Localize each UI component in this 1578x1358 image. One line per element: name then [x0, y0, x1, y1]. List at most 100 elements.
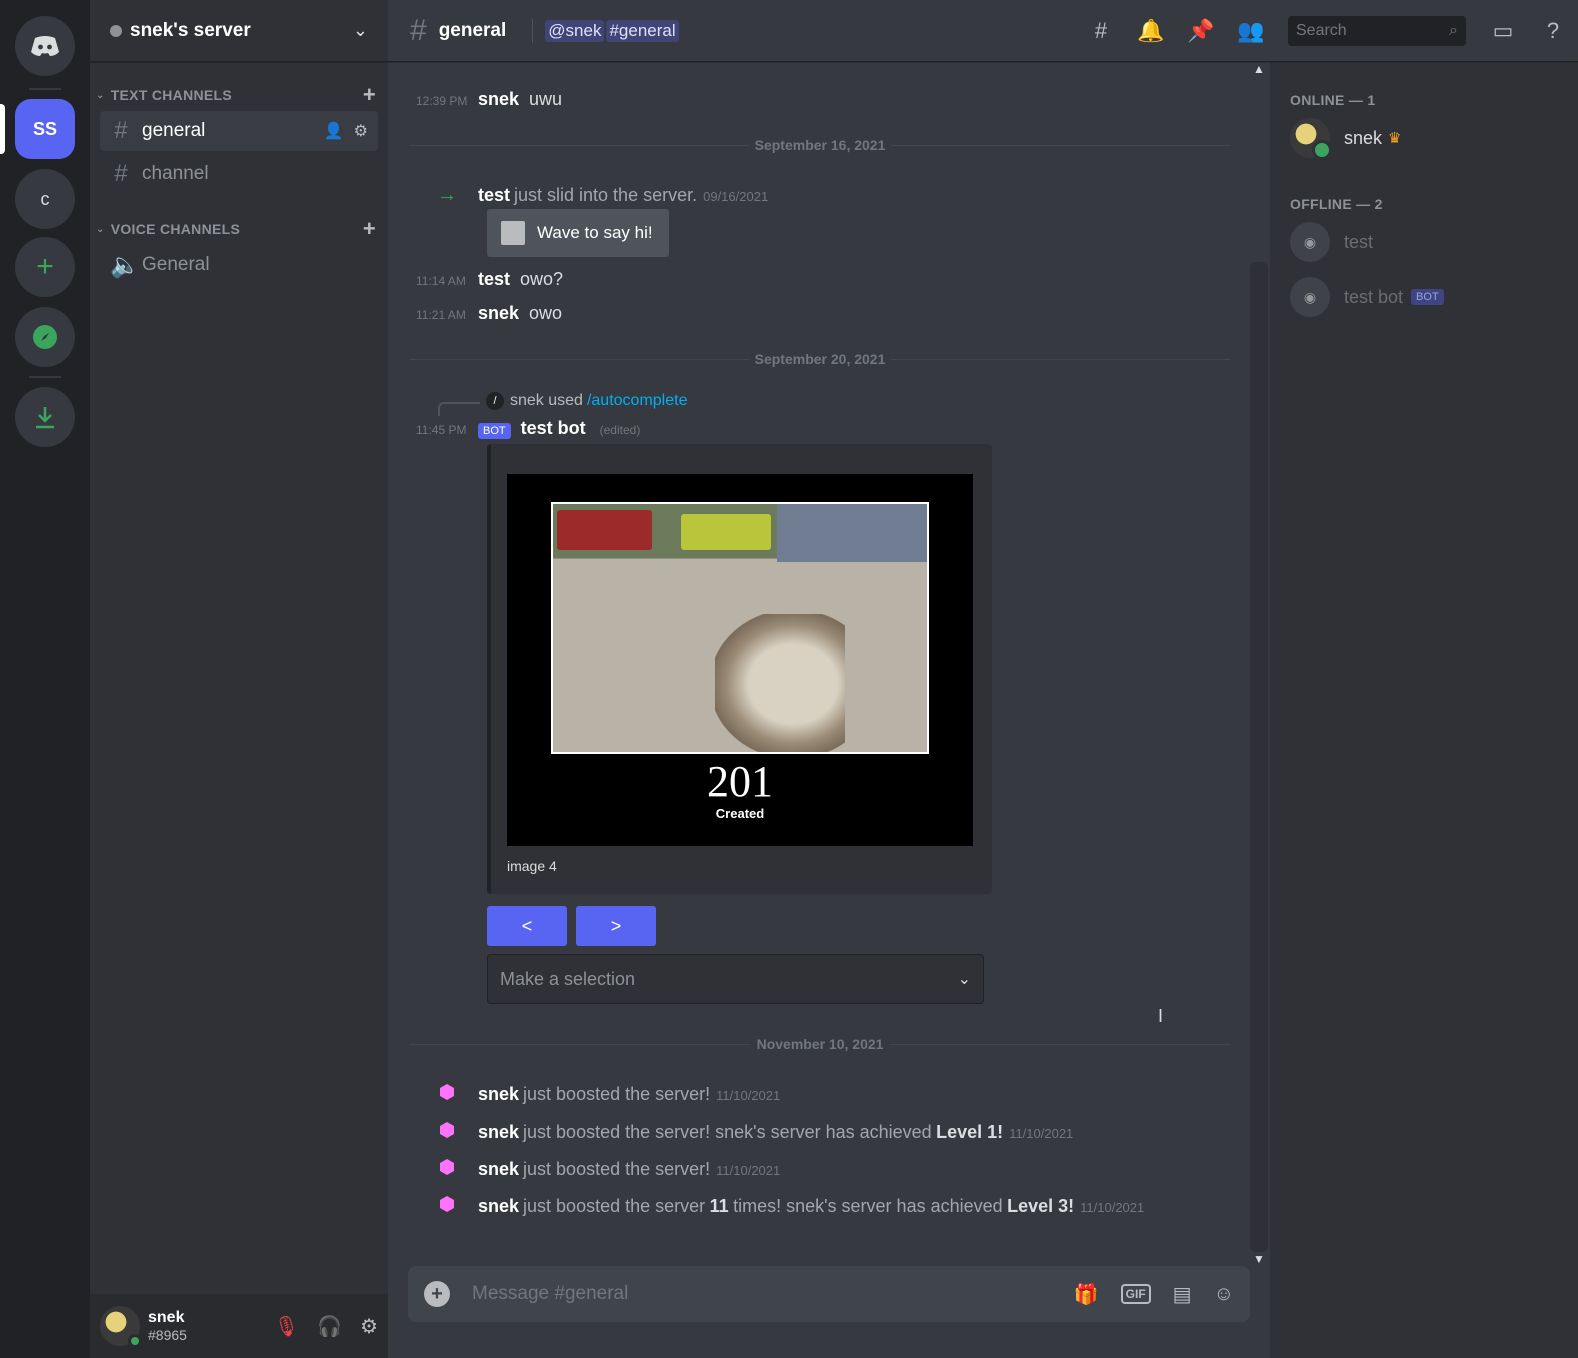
channel-channel[interactable]: # channel — [100, 154, 378, 194]
date-label: November 10, 2021 — [756, 1036, 884, 1052]
user-names[interactable]: snek #8965 — [148, 1309, 256, 1343]
hash-icon: # — [114, 160, 128, 187]
sticker-icon — [501, 221, 525, 245]
channel-header: # general @snek #general # 🔔 📌 👥 Search … — [388, 0, 1578, 62]
message-author[interactable]: snek — [478, 1122, 519, 1143]
add-channel-icon[interactable]: + — [363, 82, 376, 108]
discord-home-icon[interactable] — [15, 16, 75, 76]
message-text: just slid into the server. — [514, 185, 698, 205]
join-arrow-icon: → — [437, 184, 457, 206]
message-text: just boosted the server — [523, 1196, 706, 1216]
message-author[interactable]: test — [478, 185, 510, 206]
boost-level: Level 1! — [936, 1122, 1004, 1142]
explore-servers-icon[interactable] — [15, 307, 75, 367]
next-button[interactable]: > — [576, 906, 656, 946]
gear-icon[interactable]: ⚙ — [354, 121, 368, 141]
selection-dropdown[interactable]: Make a selection ⌄ — [487, 954, 984, 1004]
boost-gem-icon — [416, 1084, 478, 1100]
sticker-icon[interactable]: ▤ — [1173, 1282, 1192, 1307]
download-apps-icon[interactable] — [15, 387, 75, 447]
message-author[interactable]: test bot — [521, 418, 586, 439]
hash-icon: # — [410, 13, 427, 47]
threads-icon[interactable]: # — [1076, 18, 1126, 44]
message-embed: 201 Created image 4 — [487, 444, 992, 894]
embed-footer: image 4 — [507, 858, 557, 874]
message-author[interactable]: snek — [478, 1084, 519, 1105]
channel-general[interactable]: # general 👤 ⚙ — [100, 111, 378, 151]
channel-label: general — [142, 120, 206, 141]
add-channel-icon[interactable]: + — [363, 216, 376, 242]
message-input[interactable]: Message #general — [472, 1283, 1052, 1305]
topic-user-mention[interactable]: @snek — [545, 19, 605, 42]
category-text-channels[interactable]: ⌄ TEXT CHANNELS + — [96, 82, 380, 108]
boost-count: 11 — [709, 1196, 729, 1216]
boost-message: snek just boosted the server! snek's ser… — [416, 1122, 1236, 1143]
invite-icon[interactable]: 👤 — [324, 121, 344, 141]
user-tag: #8965 — [148, 1327, 187, 1343]
timestamp: 11/10/2021 — [716, 1163, 781, 1178]
embed-image[interactable]: 201 Created — [507, 474, 973, 846]
upload-plus-icon[interactable]: + — [424, 1281, 450, 1307]
mute-microphone-icon[interactable]: 🎙 — [274, 1314, 299, 1339]
category-voice-channels[interactable]: ⌄ VOICE CHANNELS + — [96, 216, 380, 242]
inbox-icon[interactable]: ▭ — [1478, 18, 1528, 44]
reply-command[interactable]: /autocomplete — [587, 392, 688, 410]
previous-button[interactable]: < — [487, 906, 567, 946]
member-item[interactable]: ◉ test bot BOT — [1290, 277, 1444, 317]
speaker-icon: 🔈 — [110, 251, 140, 279]
active-server-pill — [0, 104, 5, 154]
discord-app: SS c + snek's server ⌄ ⌄ TEXT CHANNELS +… — [0, 0, 1578, 1358]
voice-channel-general[interactable]: 🔈 General — [100, 245, 378, 285]
member-list: ONLINE — 1 snek ♛ OFFLINE — 2 ◉ test ◉ t… — [1270, 62, 1578, 1358]
server-name: snek's server — [130, 19, 251, 41]
online-status-icon — [128, 1334, 142, 1348]
help-icon[interactable]: ? — [1528, 18, 1578, 44]
scroll-up-icon[interactable]: ▲ — [1248, 62, 1270, 76]
message-author[interactable]: snek — [478, 303, 519, 324]
header-toolbar: # 🔔 📌 👥 Search ⌕ ▭ ? — [1076, 0, 1578, 62]
avatar[interactable] — [100, 1306, 142, 1348]
date-divider: September 16, 2021 — [410, 135, 1230, 155]
message-author[interactable]: snek — [478, 1196, 519, 1217]
scroll-track[interactable] — [1250, 262, 1268, 1252]
timestamp: 11:45 PM — [416, 423, 467, 437]
gift-icon[interactable]: 🎁 — [1074, 1282, 1099, 1307]
emoji-icon[interactable]: ☺ — [1214, 1283, 1234, 1306]
boost-message: snek just boosted the server! 11/10/2021 — [416, 1084, 1236, 1105]
server-ss[interactable]: SS — [15, 99, 75, 159]
wave-button[interactable]: Wave to say hi! — [487, 209, 669, 257]
user-settings-gear-icon[interactable]: ⚙ — [360, 1314, 378, 1339]
pin-icon[interactable]: 📌 — [1176, 18, 1226, 44]
rail-separator — [29, 88, 61, 90]
category-label: TEXT CHANNELS — [110, 87, 233, 103]
default-avatar-icon: ◉ — [1290, 277, 1330, 317]
boost-gem-icon — [416, 1159, 478, 1175]
search-input[interactable]: Search ⌕ — [1288, 16, 1466, 46]
boost-message: snek just boosted the server! 11/10/2021 — [416, 1159, 1236, 1180]
member-item[interactable]: ◉ test — [1290, 222, 1373, 262]
message-text: uwu — [529, 89, 563, 109]
message-composer[interactable]: + Message #general 🎁 GIF ▤ ☺ — [408, 1266, 1250, 1322]
message-scrollbar[interactable]: ▲ ▼ — [1248, 62, 1270, 1272]
message-author[interactable]: snek — [478, 1159, 519, 1180]
slash-command-icon: / — [486, 392, 504, 410]
message-text: times! snek's server has achieved — [733, 1196, 1003, 1216]
scroll-down-icon[interactable]: ▼ — [1248, 1252, 1270, 1266]
add-server-icon[interactable]: + — [15, 237, 75, 297]
server-rail: SS c + — [0, 0, 90, 1358]
server-header[interactable]: snek's server ⌄ — [90, 0, 388, 62]
headphones-icon[interactable]: 🎧 — [317, 1314, 342, 1339]
topic-channel-mention[interactable]: #general — [606, 19, 679, 42]
member-item[interactable]: snek ♛ — [1290, 118, 1401, 160]
command-reply[interactable]: / snek used /autocomplete — [486, 392, 687, 410]
message-author[interactable]: snek — [478, 89, 519, 110]
member-list-icon[interactable]: 👥 — [1226, 18, 1276, 44]
offline-header: OFFLINE — 2 — [1290, 196, 1383, 212]
message-author[interactable]: test — [478, 269, 510, 290]
message: 11:14 AM test owo? — [416, 269, 1236, 290]
gif-button[interactable]: GIF — [1120, 1284, 1151, 1304]
chevron-down-icon: ⌄ — [96, 223, 105, 235]
server-c[interactable]: c — [15, 169, 75, 229]
notification-bell-icon[interactable]: 🔔 — [1126, 18, 1176, 44]
message: 11:21 AM snek owo — [416, 303, 1236, 324]
